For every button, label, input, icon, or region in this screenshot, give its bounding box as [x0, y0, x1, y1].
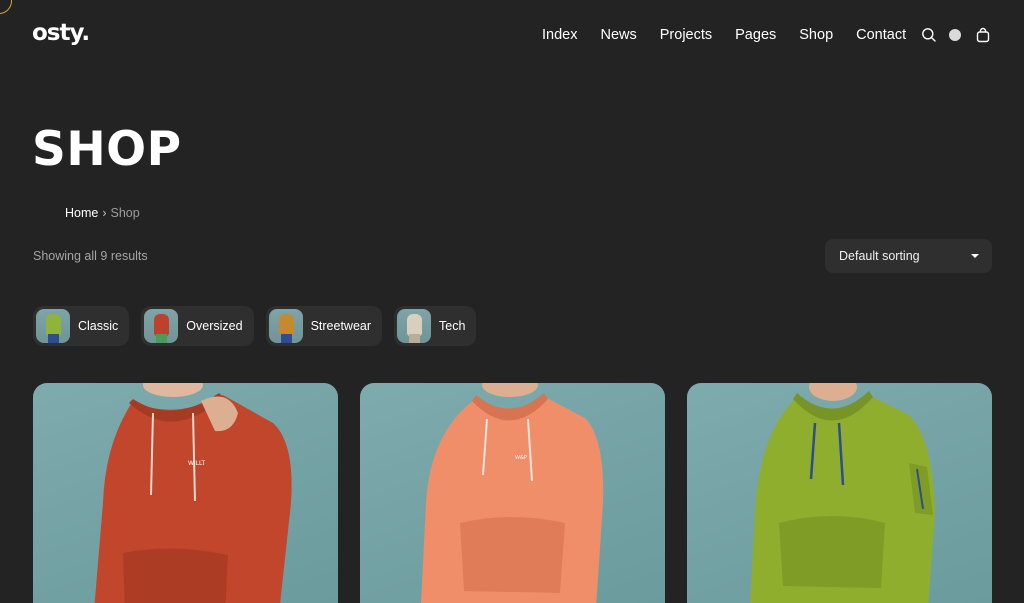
chevron-down-icon — [971, 254, 979, 258]
result-count: Showing all 9 results — [33, 249, 148, 263]
nav-item-pages[interactable]: Pages — [735, 27, 776, 43]
shopping-bag-icon[interactable] — [975, 27, 991, 43]
nav-item-contact[interactable]: Contact — [856, 27, 906, 43]
category-thumbnail — [268, 309, 303, 343]
page-title: SHOP — [32, 122, 182, 177]
nav-item-news[interactable]: News — [600, 27, 636, 43]
product-print-text: W&P — [515, 455, 527, 461]
category-label: Classic — [78, 319, 119, 333]
product-image: W&P — [421, 383, 604, 603]
category-chip-oversized[interactable]: Oversized — [141, 306, 254, 346]
category-chip-streetwear[interactable]: Streetwear — [265, 306, 383, 346]
category-thumbnail — [144, 309, 179, 343]
category-filters: Classic Oversized Streetwear Tech — [33, 306, 477, 346]
product-print-text: WILLT — [188, 460, 206, 467]
category-chip-classic[interactable]: Classic — [33, 306, 130, 346]
category-label: Oversized — [186, 319, 243, 333]
product-card-red-hoodie[interactable]: WILLT — [33, 383, 338, 603]
main-nav: Index News Projects Pages Shop Contact — [542, 27, 929, 43]
nav-item-shop[interactable]: Shop — [799, 27, 833, 43]
product-card-green-hoodie[interactable] — [687, 383, 992, 603]
breadcrumb: Home › Shop — [65, 206, 140, 220]
site-logo[interactable]: osty. — [32, 20, 90, 46]
product-grid: WILLT W&P — [33, 383, 992, 603]
nav-item-projects[interactable]: Projects — [660, 27, 712, 43]
breadcrumb-separator: › — [102, 206, 107, 220]
category-label: Tech — [439, 319, 466, 333]
breadcrumb-home-link[interactable]: Home — [65, 206, 98, 220]
search-icon[interactable] — [921, 27, 937, 43]
category-thumbnail — [36, 309, 70, 343]
category-chip-tech[interactable]: Tech — [394, 306, 477, 346]
category-thumbnail — [397, 309, 432, 343]
sort-selected-value: Default sorting — [839, 249, 920, 263]
product-card-coral-hoodie[interactable]: W&P — [360, 383, 665, 603]
theme-toggle-icon[interactable] — [949, 29, 961, 41]
nav-item-index[interactable]: Index — [542, 27, 577, 43]
breadcrumb-current: Shop — [110, 206, 140, 220]
cursor-ring — [0, 0, 12, 14]
sort-dropdown[interactable]: Default sorting — [825, 239, 992, 273]
product-image: WILLT — [94, 383, 292, 603]
header-actions — [921, 27, 991, 43]
product-image — [750, 383, 935, 603]
category-label: Streetwear — [310, 319, 372, 333]
